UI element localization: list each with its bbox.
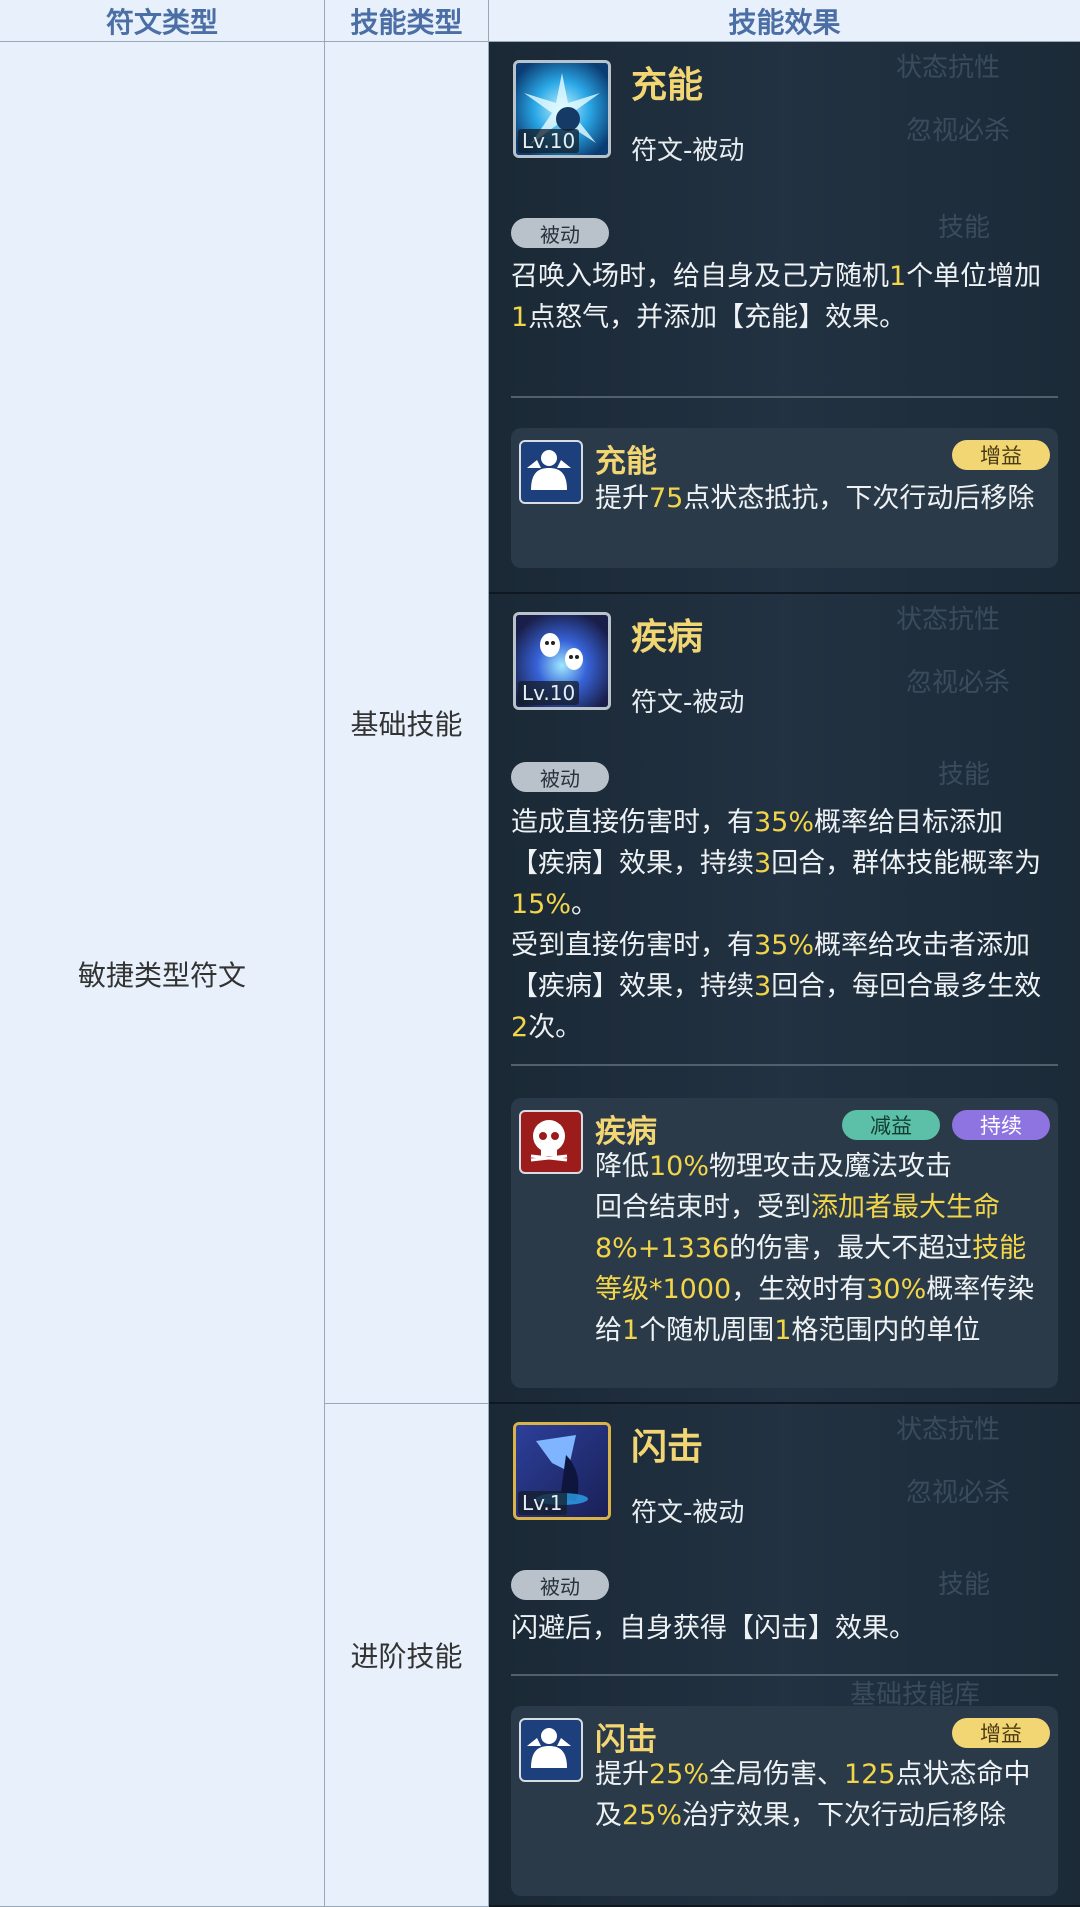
charge-effect-name: 充能 <box>595 444 657 480</box>
disease-passive-badge: 被动 <box>511 762 609 792</box>
charge-effect-box: 充能 增益 提升75点状态抵抗，下次行动后移除 <box>511 428 1058 568</box>
advanced-skill-cell: 进阶技能 <box>325 1404 489 1907</box>
charge-effect-tag-buff: 增益 <box>952 440 1050 470</box>
flash-effect-box: 闪击 增益 提升25%全局伤害、125点状态命中及25%治疗效果，下次行动后移除 <box>511 1706 1058 1896</box>
flash-effect-desc: 提升25%全局伤害、125点状态命中及25%治疗效果，下次行动后移除 <box>595 1759 1031 1831</box>
flash-level: Lv.1 <box>518 1491 567 1515</box>
charge-effect-desc: 提升75点状态抵抗，下次行动后移除 <box>595 483 1035 514</box>
charge-skill-icon: Lv.10 <box>513 60 611 158</box>
advanced-skill-label: 进阶技能 <box>350 1640 463 1673</box>
skull-icon <box>519 1110 583 1174</box>
disease-sub: 符文-被动 <box>631 688 745 718</box>
skill-panel-charge: 状态抗性 忽视必杀 技能 Lv.10 充能 符文-被动 被动 召唤入场时，给自身… <box>489 42 1080 594</box>
flash-effect-tag-buff: 增益 <box>952 1718 1050 1748</box>
charge-level: Lv.10 <box>518 129 580 153</box>
charge-passive-badge: 被动 <box>511 218 609 248</box>
skill-panel-flash: 状态抗性 忽视必杀 技能 基础技能库 Lv.1 闪击 符文-被动 被动 闪避后，… <box>489 1404 1080 1907</box>
basic-skill-label: 基础技能 <box>350 707 463 741</box>
basic-skill-cell: 基础技能 <box>325 42 489 1404</box>
flash-divider <box>511 1674 1058 1676</box>
flash-name: 闪击 <box>631 1427 704 1468</box>
flash-sub: 符文-被动 <box>631 1498 745 1528</box>
flash-effect-name: 闪击 <box>595 1722 657 1758</box>
flash-passive-badge: 被动 <box>511 1570 609 1600</box>
charge-divider <box>511 396 1058 398</box>
charge-desc: 召唤入场时，给自身及己方随机1个单位增加1点怒气，并添加【充能】效果。 <box>511 261 1042 333</box>
charge-name: 充能 <box>631 65 704 106</box>
header-rune-type: 符文类型 <box>0 0 325 42</box>
disease-skill-icon: Lv.10 <box>513 612 611 710</box>
disease-effect-name: 疾病 <box>595 1114 657 1150</box>
disease-effect-box: 疾病 减益 持续 降低10%物理攻击及魔法攻击 回合结束时，受到添加者最大生命8… <box>511 1098 1058 1388</box>
header-skill-type: 技能类型 <box>325 0 489 42</box>
disease-effect-desc: 降低10%物理攻击及魔法攻击 回合结束时，受到添加者最大生命8%+1336的伤害… <box>595 1151 1035 1346</box>
muscle-icon <box>519 1718 583 1782</box>
disease-desc: 造成直接伤害时，有35%概率给目标添加【疾病】效果，持续3回合，群体技能概率为1… <box>511 807 1042 1043</box>
muscle-icon <box>519 440 583 504</box>
rune-type-cell: 敏捷类型符文 <box>0 42 325 1907</box>
disease-level: Lv.10 <box>518 681 580 705</box>
disease-effect-tag-persist: 持续 <box>952 1110 1050 1140</box>
header-skill-effect: 技能效果 <box>489 0 1080 42</box>
skill-panel-disease: 状态抗性 忽视必杀 技能 Lv.10 疾病 符文-被动 被动 造成直接伤害时，有… <box>489 594 1080 1404</box>
charge-sub: 符文-被动 <box>631 136 745 166</box>
disease-divider <box>511 1064 1058 1066</box>
flash-desc: 闪避后，自身获得【闪击】效果。 <box>511 1613 916 1644</box>
disease-name: 疾病 <box>631 617 704 658</box>
flash-skill-icon: Lv.1 <box>513 1422 611 1520</box>
disease-effect-tag-debuff: 减益 <box>842 1110 940 1140</box>
rune-type-label: 敏捷类型符文 <box>77 959 246 992</box>
